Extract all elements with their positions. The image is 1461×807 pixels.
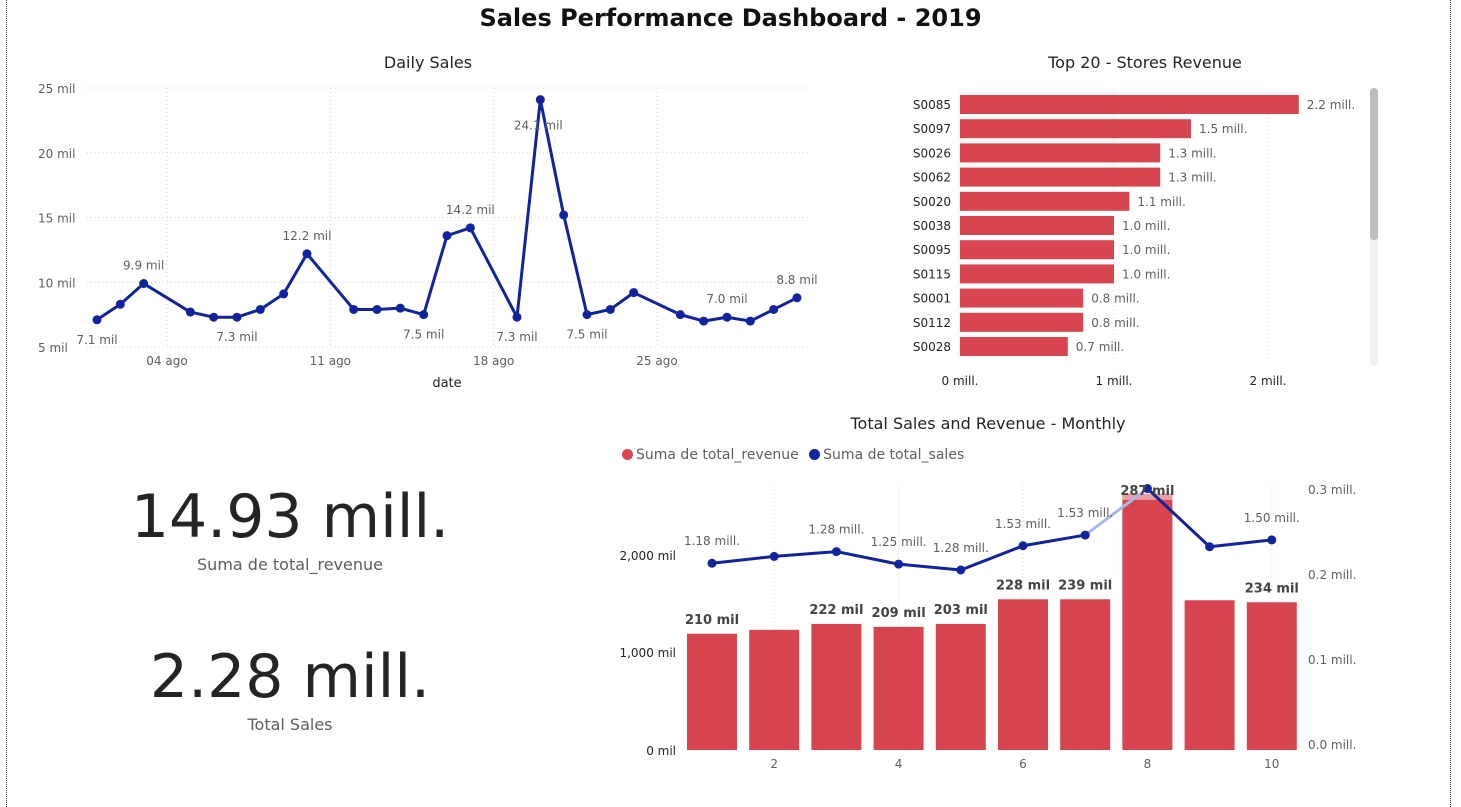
legend-revenue-dot-icon [622, 449, 633, 460]
stores-scrollbar[interactable] [1370, 88, 1378, 366]
stores-scrollbar-thumb[interactable] [1370, 88, 1378, 240]
legend-sales-label: Suma de total_sales [823, 447, 965, 463]
monthly-legend: Suma de total_revenue Suma de total_sale… [622, 447, 970, 463]
legend-item-sales[interactable]: Suma de total_sales [809, 447, 964, 463]
legend-item-revenue[interactable]: Suma de total_revenue [622, 447, 799, 463]
dashboard-title: Sales Performance Dashboard - 2019 [479, 4, 982, 32]
kpi-sales-value: 2.28 mill. [149, 642, 431, 712]
monthly-title: Total Sales and Revenue - Monthly [850, 414, 1126, 433]
kpi-sales-label: Total Sales [247, 715, 333, 734]
legend-sales-dot-icon [809, 449, 821, 460]
kpi-card-sales: 2.28 mill. Total Sales [60, 647, 520, 734]
kpi-card-revenue: 14.93 mill. Suma de total_revenue [60, 487, 520, 574]
stores-revenue-title: Top 20 - Stores Revenue [1048, 53, 1242, 72]
kpi-revenue-label: Suma de total_revenue [197, 555, 383, 574]
kpi-revenue-value: 14.93 mill. [130, 482, 450, 552]
daily-sales-title: Daily Sales [383, 53, 473, 72]
legend-revenue-label: Suma de total_revenue [636, 447, 799, 463]
